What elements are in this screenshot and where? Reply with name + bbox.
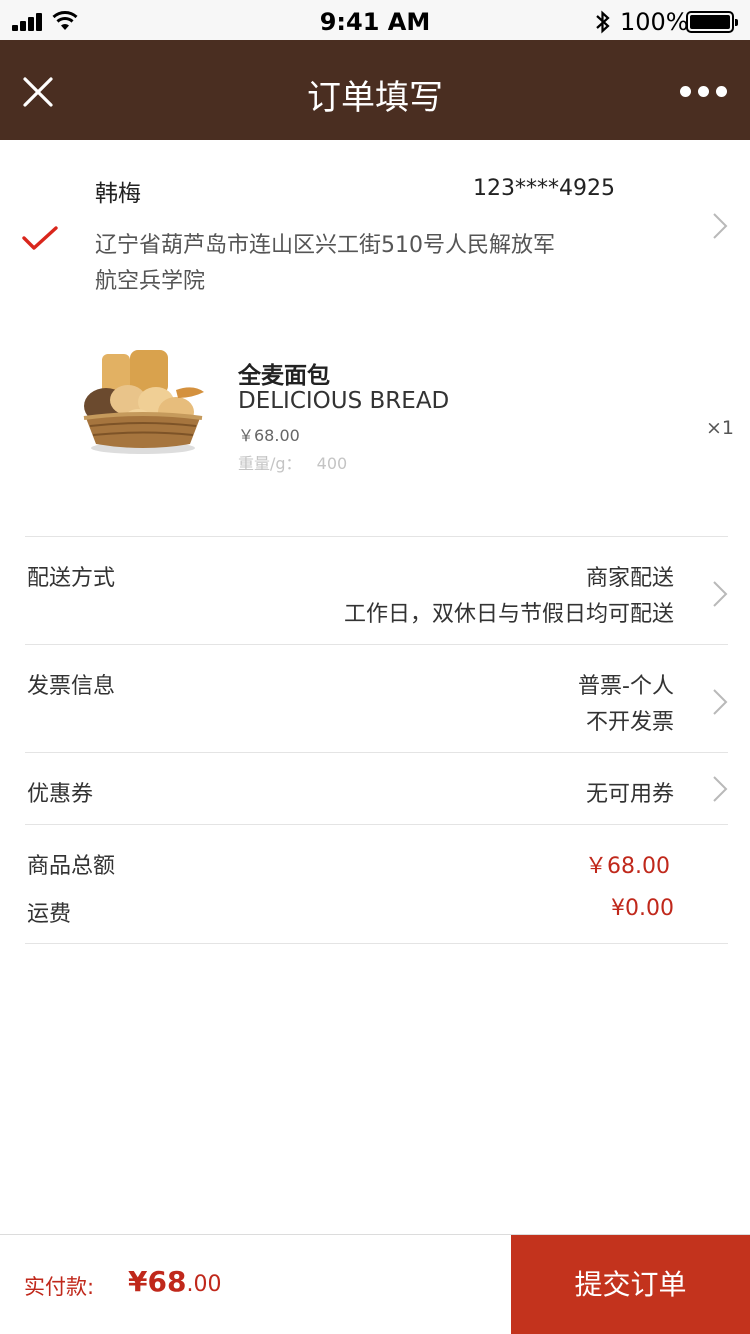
shipping-label: 运费 — [27, 902, 72, 927]
product-price: ￥68.00 — [238, 426, 300, 445]
pay-label: 实付款: — [24, 1275, 95, 1299]
invoice-row[interactable]: 发票信息 普票-个人 不开发票 — [0, 645, 750, 752]
chevron-right-icon — [712, 580, 728, 608]
subtotal-value: ￥68.00 — [585, 854, 670, 879]
status-bar: 9:41 AM 100% — [0, 0, 750, 40]
delivery-label: 配送方式 — [27, 566, 116, 591]
address-card[interactable]: 韩梅 123****4925 辽宁省葫芦岛市连山区兴工街510号人民解放军 航空… — [0, 140, 750, 310]
product-quantity: ×1 — [706, 417, 735, 439]
subtotal-label: 商品总额 — [27, 854, 116, 879]
invoice-value: 普票-个人 — [578, 674, 674, 699]
price-summary: 商品总额 ￥68.00 运费 ¥0.00 — [0, 825, 750, 943]
checkout-bar: 实付款: ¥68.00 提交订单 — [0, 1234, 750, 1334]
recipient-name: 韩梅 — [95, 181, 141, 207]
page-title: 订单填写 — [307, 78, 443, 118]
address-line-1: 辽宁省葫芦岛市连山区兴工街510号人民解放军 — [95, 233, 555, 258]
product-item: 全麦面包 DELICIOUS BREAD ￥68.00 重量/g： 400 ×1 — [0, 330, 750, 520]
product-weight: 重量/g： 400 — [238, 450, 347, 474]
product-name: 全麦面包 — [238, 363, 330, 389]
chevron-right-icon — [712, 212, 728, 240]
invoice-label: 发票信息 — [27, 674, 116, 699]
bread-basket-image — [83, 350, 204, 454]
nav-bar: 订单填写 — [0, 40, 750, 140]
divider — [25, 943, 728, 944]
delivery-value: 商家配送 — [585, 566, 674, 591]
address-line-2: 航空兵学院 — [95, 269, 206, 294]
weight-label: 重量/g： — [238, 454, 302, 473]
recipient-address: 辽宁省葫芦岛市连山区兴工街510号人民解放军 航空兵学院 — [95, 228, 625, 300]
product-name-en: DELICIOUS BREAD — [238, 388, 450, 414]
delivery-row[interactable]: 配送方式 商家配送 工作日，双休日与节假日均可配送 — [0, 537, 750, 644]
shipping-value: ¥0.00 — [611, 896, 674, 921]
pay-amount-cents: .00 — [186, 1272, 222, 1297]
chevron-right-icon — [712, 688, 728, 716]
submit-order-button[interactable]: 提交订单 — [511, 1235, 750, 1334]
coupon-row[interactable]: 优惠券 无可用券 — [0, 753, 750, 824]
weight-value: 400 — [316, 454, 348, 473]
invoice-note: 不开发票 — [585, 710, 674, 735]
recipient-phone: 123****4925 — [473, 176, 615, 201]
battery-icon — [686, 11, 738, 33]
pay-amount: ¥68.00 — [128, 1265, 221, 1298]
delivery-note: 工作日，双休日与节假日均可配送 — [343, 602, 674, 627]
chevron-right-icon — [712, 775, 728, 803]
pay-amount-main: ¥68 — [128, 1265, 187, 1298]
battery-percent: 100% — [620, 8, 689, 36]
more-icon[interactable] — [680, 86, 728, 98]
check-icon — [22, 226, 58, 250]
coupon-label: 优惠券 — [27, 782, 94, 807]
bluetooth-icon — [596, 10, 610, 34]
coupon-value: 无可用券 — [585, 782, 674, 807]
